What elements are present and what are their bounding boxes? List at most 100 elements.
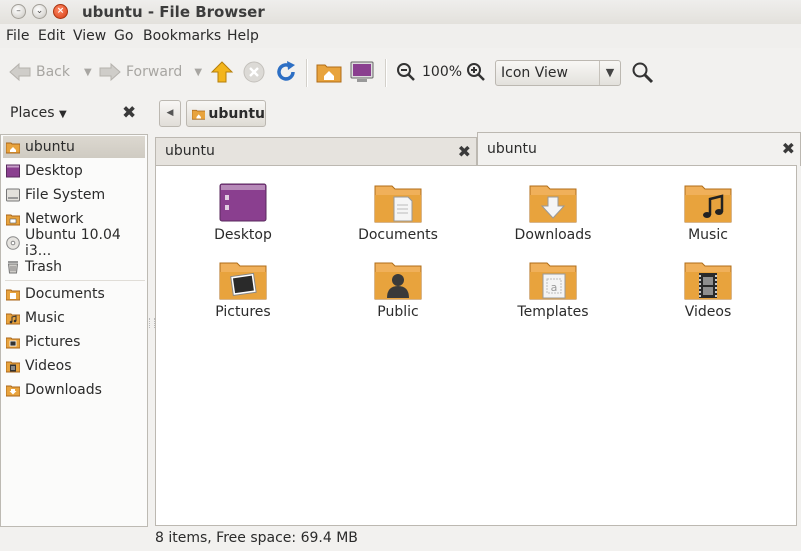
- path-button-ubuntu[interactable]: ubuntu: [186, 100, 266, 127]
- file-item-desktop[interactable]: Desktop: [183, 183, 303, 243]
- tab-label: ubuntu: [487, 141, 537, 157]
- file-item-pictures[interactable]: Pictures: [183, 260, 303, 320]
- sidebar-item-music[interactable]: Music: [3, 307, 145, 329]
- menu-help[interactable]: Help: [227, 28, 259, 44]
- file-item-public[interactable]: Public: [338, 260, 458, 320]
- sidebar-item-file-system[interactable]: File System: [3, 184, 145, 206]
- file-view: Desktop Documents Downloads Music Pictur…: [155, 165, 797, 526]
- zoom-in-button[interactable]: [466, 62, 486, 82]
- sidebar-item-label: Documents: [25, 286, 105, 302]
- menu-edit[interactable]: Edit: [38, 28, 65, 44]
- sidebar-item-pictures[interactable]: Pictures: [3, 331, 145, 353]
- home-button[interactable]: [316, 60, 342, 84]
- computer-button[interactable]: [349, 60, 375, 84]
- toolbar-separator: [385, 59, 387, 87]
- file-label: Videos: [684, 304, 732, 320]
- menu-file[interactable]: File: [6, 28, 29, 44]
- sidebar-item-downloads[interactable]: Downloads: [3, 379, 145, 401]
- file-item-downloads[interactable]: Downloads: [493, 183, 613, 243]
- forward-button[interactable]: Forward ▼: [98, 61, 202, 83]
- sidebar-item-trash[interactable]: Trash: [3, 256, 145, 278]
- sidebar-item-ubuntu[interactable]: ubuntu: [3, 136, 145, 158]
- cdrom-icon: [6, 236, 20, 250]
- forward-arrow-icon: [99, 62, 121, 82]
- sidebar-item-label: Network: [25, 211, 84, 227]
- status-bar: 8 items, Free space: 69.4 MB: [155, 530, 358, 546]
- toolbar: Back ▼ Forward ▼ 100%: [0, 49, 801, 95]
- svg-text:a: a: [551, 281, 558, 294]
- trash-icon: [7, 261, 19, 274]
- sidebar-item-label: ubuntu: [25, 139, 75, 155]
- up-arrow-icon: [210, 61, 234, 83]
- tab-ubuntu-2[interactable]: ubuntu ✖: [477, 132, 801, 166]
- stop-button[interactable]: [243, 61, 265, 83]
- music-folder-icon: [684, 185, 732, 223]
- documents-folder-icon: [6, 289, 20, 301]
- sidebar-divider: [5, 280, 145, 281]
- menu-bar: File Edit View Go Bookmarks Help: [0, 24, 801, 48]
- close-tab-icon[interactable]: ✖: [458, 142, 471, 161]
- sidebar-item-label: Ubuntu 10.04 i3...: [25, 227, 121, 259]
- pictures-folder-icon: [6, 337, 20, 349]
- file-item-music[interactable]: Music: [648, 183, 768, 243]
- file-label: Public: [377, 304, 419, 320]
- file-label: Desktop: [214, 227, 272, 243]
- window-title: ubuntu - File Browser: [82, 3, 265, 21]
- close-sidebar-button[interactable]: ✖: [122, 103, 136, 123]
- videos-folder-icon: [684, 262, 732, 300]
- view-mode-select[interactable]: Icon View ▼: [495, 60, 621, 86]
- sidebar-item-videos[interactable]: Videos: [3, 355, 145, 377]
- back-arrow-icon: [9, 62, 31, 82]
- chevron-left-icon: ◀: [166, 108, 174, 118]
- file-label: Pictures: [215, 304, 271, 320]
- public-folder-icon: [374, 262, 422, 300]
- sidebar-header-label: Places: [10, 105, 55, 121]
- sidebar-item-documents[interactable]: Documents: [3, 283, 145, 305]
- sidebar-item-desktop[interactable]: Desktop: [3, 160, 145, 182]
- close-window-button[interactable]: ×: [53, 4, 68, 19]
- search-button[interactable]: [631, 61, 655, 85]
- file-label: Documents: [358, 227, 438, 243]
- downloads-folder-icon: [6, 385, 20, 397]
- file-label: Downloads: [514, 227, 592, 243]
- music-folder-icon: [6, 313, 20, 325]
- tab-label: ubuntu: [165, 143, 215, 159]
- file-label: Music: [688, 227, 728, 243]
- forward-dropdown-icon[interactable]: ▼: [194, 67, 202, 78]
- menu-go[interactable]: Go: [114, 28, 133, 44]
- file-item-videos[interactable]: Videos: [648, 260, 768, 320]
- stop-icon: [243, 61, 265, 83]
- back-button[interactable]: Back ▼: [8, 61, 92, 83]
- file-item-documents[interactable]: Documents: [338, 183, 458, 243]
- chevron-down-icon: ▼: [599, 61, 620, 85]
- maximize-button[interactable]: ⌄: [32, 4, 47, 19]
- path-back-button[interactable]: ◀: [159, 100, 181, 127]
- templates-folder-icon: a: [529, 262, 577, 300]
- path-button-label: ubuntu: [208, 105, 265, 122]
- chevron-down-icon: ▼: [58, 109, 67, 120]
- sidebar-item-label: Music: [25, 310, 65, 326]
- search-icon: [632, 62, 654, 84]
- menu-view[interactable]: View: [73, 28, 106, 44]
- title-bar: – ⌄ × ubuntu - File Browser: [0, 0, 801, 24]
- network-icon: [6, 214, 20, 226]
- computer-icon: [350, 61, 374, 82]
- sidebar-header[interactable]: Places ▼: [10, 105, 67, 121]
- menu-bookmarks[interactable]: Bookmarks: [143, 28, 221, 44]
- back-dropdown-icon[interactable]: ▼: [84, 67, 92, 78]
- sidebar-item-label: File System: [25, 187, 106, 203]
- reload-icon: [277, 61, 295, 81]
- view-mode-value: Icon View: [501, 65, 568, 81]
- sidebar-item-label: Videos: [25, 358, 72, 374]
- desktop-icon: [219, 183, 267, 222]
- sidebar-item-label: Desktop: [25, 163, 83, 179]
- close-tab-icon[interactable]: ✖: [782, 139, 795, 158]
- sidebar-item-cdrom[interactable]: Ubuntu 10.04 i3...: [3, 227, 145, 259]
- tab-ubuntu-1[interactable]: ubuntu ✖: [155, 137, 477, 165]
- file-item-templates[interactable]: a Templates: [493, 260, 613, 320]
- zoom-level: 100%: [422, 64, 463, 80]
- zoom-out-button[interactable]: [396, 62, 416, 82]
- minimize-button[interactable]: –: [11, 4, 26, 19]
- reload-button[interactable]: [274, 60, 298, 84]
- up-button[interactable]: [210, 60, 234, 84]
